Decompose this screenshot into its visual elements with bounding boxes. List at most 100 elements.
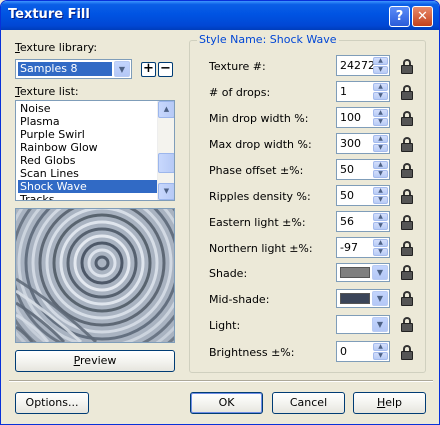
ripples-density-value[interactable]: 50: [340, 189, 354, 202]
phase-offset-value[interactable]: 50: [340, 163, 354, 176]
spin-up-icon[interactable]: ▲: [373, 213, 388, 221]
spin-down-icon[interactable]: ▼: [373, 352, 388, 360]
lock-icon[interactable]: [400, 85, 414, 100]
scroll-thumb[interactable]: [158, 153, 174, 173]
northern-light-label: Northern light ±%:: [209, 242, 313, 255]
shock-wave-preview-image: [16, 209, 174, 342]
spin-down-icon[interactable]: ▼: [373, 144, 388, 152]
ripples-density-spinner[interactable]: 50 ▲ ▼: [336, 185, 390, 206]
spin-up-icon[interactable]: ▲: [373, 83, 388, 91]
list-item[interactable]: Plasma: [18, 115, 157, 128]
texture-list-scrollbar[interactable]: ▲ ▼: [157, 101, 174, 200]
max-drop-width-label: Max drop width %:: [209, 138, 312, 151]
spin-up-icon[interactable]: ▲: [373, 187, 388, 195]
spin-down-icon[interactable]: ▼: [373, 118, 388, 126]
remove-library-button[interactable]: −: [158, 62, 173, 77]
lock-icon[interactable]: [400, 163, 414, 178]
lock-icon[interactable]: [400, 317, 414, 332]
list-item[interactable]: Red Globs: [18, 154, 157, 167]
spin-down-icon[interactable]: ▼: [373, 222, 388, 230]
lock-icon[interactable]: [400, 137, 414, 152]
eastern-light-label: Eastern light ±%:: [209, 216, 306, 229]
drops-value[interactable]: 1: [340, 85, 347, 98]
list-item[interactable]: Tracks: [18, 193, 157, 200]
chevron-down-icon[interactable]: ▼: [372, 265, 388, 280]
texture-library-select[interactable]: Samples 8 ▼: [15, 59, 132, 79]
list-item[interactable]: Scan Lines: [18, 167, 157, 180]
ripples-density-label: Ripples density %:: [209, 190, 311, 203]
brightness-value[interactable]: 0: [340, 345, 347, 358]
list-item[interactable]: Purple Swirl: [18, 128, 157, 141]
lock-icon[interactable]: [400, 189, 414, 204]
help-title-button[interactable]: ?: [389, 6, 410, 27]
drops-spinner[interactable]: 1 ▲ ▼: [336, 81, 390, 102]
chevron-down-icon[interactable]: ▼: [372, 291, 388, 306]
texture-list-label: Texture list:: [15, 85, 79, 98]
eastern-light-spinner[interactable]: 56 ▲ ▼: [336, 211, 390, 232]
style-name-title: Style Name: Shock Wave: [197, 33, 339, 46]
lock-icon[interactable]: [400, 265, 414, 280]
add-library-button[interactable]: +: [141, 62, 156, 77]
drops-label: # of drops:: [209, 86, 271, 99]
texture-fill-dialog: Texture Fill ? ✕ Texture library: Sample…: [0, 0, 440, 425]
close-icon: ✕: [417, 9, 428, 24]
chevron-down-icon[interactable]: ▼: [372, 317, 388, 332]
spin-down-icon[interactable]: ▼: [373, 196, 388, 204]
help-button[interactable]: Help: [353, 392, 426, 414]
shade-color-picker[interactable]: ▼: [336, 263, 390, 282]
window-title: Texture Fill: [8, 7, 90, 22]
spin-up-icon[interactable]: ▲: [373, 57, 388, 65]
spin-down-icon[interactable]: ▼: [373, 170, 388, 178]
phase-offset-spinner[interactable]: 50 ▲ ▼: [336, 159, 390, 180]
spin-up-icon[interactable]: ▲: [373, 135, 388, 143]
lock-icon[interactable]: [400, 291, 414, 306]
lock-icon[interactable]: [400, 111, 414, 126]
lock-icon[interactable]: [400, 59, 414, 74]
light-color-picker[interactable]: ▼: [336, 315, 390, 334]
max-drop-width-value[interactable]: 300: [340, 137, 361, 150]
max-drop-width-spinner[interactable]: 300 ▲ ▼: [336, 133, 390, 154]
spin-up-icon[interactable]: ▲: [373, 239, 388, 247]
texture-number-value[interactable]: 24272: [340, 59, 375, 72]
scroll-up-icon[interactable]: ▲: [158, 101, 174, 118]
spin-down-icon[interactable]: ▼: [373, 66, 388, 74]
brightness-spinner[interactable]: 0 ▲ ▼: [336, 341, 390, 362]
northern-light-spinner[interactable]: -97 ▲ ▼: [336, 237, 390, 258]
mid-shade-label: Mid-shade:: [209, 293, 270, 306]
preview-button[interactable]: Preview: [15, 350, 175, 372]
texture-list[interactable]: Noise Plasma Purple Swirl Rainbow Glow R…: [15, 100, 175, 201]
min-drop-width-spinner[interactable]: 100 ▲ ▼: [336, 107, 390, 128]
scroll-down-icon[interactable]: ▼: [158, 183, 174, 200]
spin-down-icon[interactable]: ▼: [373, 92, 388, 100]
light-label: Light:: [209, 319, 241, 332]
spin-up-icon[interactable]: ▲: [373, 343, 388, 351]
ok-button[interactable]: OK: [190, 392, 263, 414]
min-drop-width-value[interactable]: 100: [340, 111, 361, 124]
chevron-down-icon[interactable]: ▼: [114, 61, 130, 77]
mid-shade-color-picker[interactable]: ▼: [336, 289, 390, 308]
texture-library-label: Texture library:: [15, 41, 98, 54]
footer-separator: [9, 380, 433, 382]
lock-icon[interactable]: [400, 345, 414, 360]
close-button[interactable]: ✕: [412, 6, 433, 27]
northern-light-value[interactable]: -97: [340, 241, 358, 254]
spin-up-icon[interactable]: ▲: [373, 161, 388, 169]
spin-up-icon[interactable]: ▲: [373, 109, 388, 117]
title-bar[interactable]: Texture Fill ? ✕: [1, 1, 439, 30]
texture-number-label: Texture #:: [209, 60, 266, 73]
minus-icon: −: [160, 61, 171, 76]
brightness-label: Brightness ±%:: [209, 346, 295, 359]
texture-preview: [15, 208, 175, 343]
texture-library-value: Samples 8: [18, 62, 112, 76]
texture-number-spinner[interactable]: 24272 ▲ ▼: [336, 55, 390, 76]
list-item-selected[interactable]: Shock Wave: [18, 180, 157, 193]
shade-swatch: [340, 267, 370, 278]
spin-down-icon[interactable]: ▼: [373, 248, 388, 256]
eastern-light-value[interactable]: 56: [340, 215, 354, 228]
options-button[interactable]: Options...: [15, 392, 89, 414]
lock-icon[interactable]: [400, 215, 414, 230]
lock-icon[interactable]: [400, 241, 414, 256]
list-item[interactable]: Noise: [18, 102, 157, 115]
list-item[interactable]: Rainbow Glow: [18, 141, 157, 154]
cancel-button[interactable]: Cancel: [272, 392, 345, 414]
